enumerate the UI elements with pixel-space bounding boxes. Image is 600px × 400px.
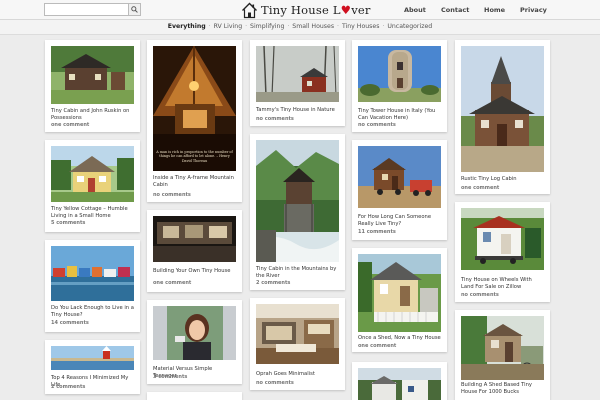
post-comments[interactable]: one comment bbox=[461, 185, 499, 191]
post-comments[interactable]: one comment bbox=[358, 343, 396, 349]
post-quote: A man is rich in proportion to the numbe… bbox=[156, 150, 233, 163]
post-card[interactable]: Oprah Goes Minimalist no comments bbox=[250, 298, 345, 390]
category-uncategorized[interactable]: Uncategorized bbox=[387, 23, 432, 30]
search-button[interactable] bbox=[129, 3, 141, 16]
category-tiny-houses[interactable]: Tiny Houses bbox=[342, 23, 379, 30]
site-title: Tiny House L♥ver bbox=[261, 3, 371, 17]
post-comments[interactable]: no comments bbox=[256, 116, 294, 122]
nav-about[interactable]: About bbox=[404, 6, 426, 14]
post-title[interactable]: Tiny House on Wheels With Land For Sale … bbox=[461, 277, 544, 290]
nav-home[interactable]: Home bbox=[484, 6, 505, 14]
post-title[interactable]: Inside a Tiny A-frame Mountain Cabin bbox=[153, 175, 236, 188]
post-comments[interactable]: 14 comments bbox=[51, 320, 89, 326]
post-thumbnail[interactable] bbox=[51, 246, 134, 301]
post-card[interactable]: Do You Lack Enough to Live in a Tiny Hou… bbox=[45, 240, 140, 332]
post-comments[interactable]: 3 comments bbox=[153, 374, 187, 380]
post-comments[interactable]: one comment bbox=[51, 122, 89, 128]
post-card[interactable]: For How Long Can Someone Really Live Tin… bbox=[352, 140, 447, 240]
post-thumbnail[interactable] bbox=[256, 46, 339, 102]
post-title[interactable]: Tiny Cabin and John Ruskin on Possession… bbox=[51, 108, 134, 121]
post-card[interactable]: A man is rich in proportion to the numbe… bbox=[147, 40, 242, 202]
post-title[interactable]: Tiny Cabin in the Mountains by the River bbox=[256, 266, 339, 279]
post-title[interactable]: Tammy's Tiny House in Nature bbox=[256, 107, 339, 114]
post-card[interactable]: Building A Shed Based Tiny House For 100… bbox=[455, 310, 550, 400]
post-card[interactable]: Tiny Tower House in Italy (You Can Vacat… bbox=[352, 40, 447, 132]
post-thumbnail[interactable] bbox=[153, 306, 236, 360]
post-comments[interactable]: 11 comments bbox=[358, 229, 396, 235]
post-thumbnail[interactable] bbox=[358, 254, 441, 332]
post-thumbnail[interactable] bbox=[358, 46, 441, 102]
search-icon bbox=[131, 6, 138, 13]
post-card[interactable]: Top 4 Reasons I Minimized My Life 2 comm… bbox=[45, 340, 140, 394]
site-logo[interactable]: Tiny House L♥ver bbox=[241, 1, 371, 19]
post-title[interactable]: Building A Shed Based Tiny House For 100… bbox=[461, 382, 544, 395]
category-bar: Everything · RV Living · Simplifying · S… bbox=[0, 20, 600, 35]
post-thumbnail[interactable] bbox=[256, 140, 339, 262]
post-thumbnail[interactable] bbox=[51, 46, 134, 104]
post-comments[interactable]: no comments bbox=[461, 292, 499, 298]
top-bar: Tiny House L♥ver About Contact Home Priv… bbox=[0, 0, 600, 20]
category-small-houses[interactable]: Small Houses bbox=[292, 23, 334, 30]
post-thumbnail[interactable] bbox=[51, 346, 134, 370]
post-thumbnail[interactable] bbox=[461, 208, 544, 270]
post-comments[interactable]: 2 comments bbox=[51, 384, 85, 390]
post-card[interactable]: Tiny House on Wheels With Land For Sale … bbox=[455, 202, 550, 302]
post-comments[interactable]: no comments bbox=[153, 192, 191, 198]
post-comments[interactable]: no comments bbox=[358, 122, 396, 128]
post-thumbnail[interactable] bbox=[51, 146, 134, 202]
post-card[interactable]: Material Versus Simple Teenager 3 commen… bbox=[147, 300, 242, 384]
category-simplifying[interactable]: Simplifying bbox=[250, 23, 284, 30]
category-rv-living[interactable]: RV Living bbox=[214, 23, 243, 30]
post-thumbnail[interactable] bbox=[256, 304, 339, 364]
post-comments[interactable]: no comments bbox=[256, 380, 294, 386]
post-title[interactable]: Once a Shed, Now a Tiny House bbox=[358, 335, 441, 342]
post-card[interactable] bbox=[352, 362, 447, 400]
post-thumbnail[interactable] bbox=[358, 368, 441, 400]
post-card[interactable]: Tiny Yellow Cottage – Humble Living in a… bbox=[45, 140, 140, 232]
post-comments[interactable]: 5 comments bbox=[51, 220, 85, 226]
post-title[interactable]: Rustic Tiny Log Cabin bbox=[461, 176, 544, 183]
post-card[interactable]: Rustic Tiny Log Cabin one comment bbox=[455, 40, 550, 194]
post-title[interactable]: Tiny Tower House in Italy (You Can Vacat… bbox=[358, 108, 441, 121]
search-input[interactable] bbox=[44, 3, 129, 16]
post-thumbnail[interactable] bbox=[461, 316, 544, 380]
post-thumbnail[interactable] bbox=[153, 216, 236, 262]
post-title[interactable]: Oprah Goes Minimalist bbox=[256, 371, 339, 378]
post-title[interactable]: Tiny Yellow Cottage – Humble Living in a… bbox=[51, 206, 134, 219]
post-thumbnail[interactable] bbox=[461, 46, 544, 172]
post-card[interactable]: Tiny Cabin and John Ruskin on Possession… bbox=[45, 40, 140, 132]
post-card[interactable]: Once a Shed, Now a Tiny House one commen… bbox=[352, 248, 447, 352]
house-logo-icon bbox=[242, 2, 257, 18]
post-card[interactable]: Tammy's Tiny House in Nature no comments bbox=[250, 40, 345, 126]
post-title[interactable]: Building Your Own Tiny House bbox=[153, 268, 236, 275]
post-thumbnail[interactable] bbox=[358, 146, 441, 208]
post-title[interactable]: Do You Lack Enough to Live in a Tiny Hou… bbox=[51, 305, 134, 318]
post-card[interactable] bbox=[147, 392, 242, 400]
search-form bbox=[44, 3, 141, 16]
post-title[interactable]: For How Long Can Someone Really Live Tin… bbox=[358, 214, 441, 227]
nav-contact[interactable]: Contact bbox=[441, 6, 469, 14]
post-card[interactable]: Building Your Own Tiny House one comment bbox=[147, 210, 242, 292]
post-comments[interactable]: 2 comments bbox=[256, 280, 290, 286]
post-card[interactable]: Tiny Cabin in the Mountains by the River… bbox=[250, 134, 345, 290]
category-everything[interactable]: Everything bbox=[168, 23, 206, 30]
post-comments[interactable]: one comment bbox=[153, 280, 191, 286]
nav-privacy[interactable]: Privacy bbox=[520, 6, 547, 14]
